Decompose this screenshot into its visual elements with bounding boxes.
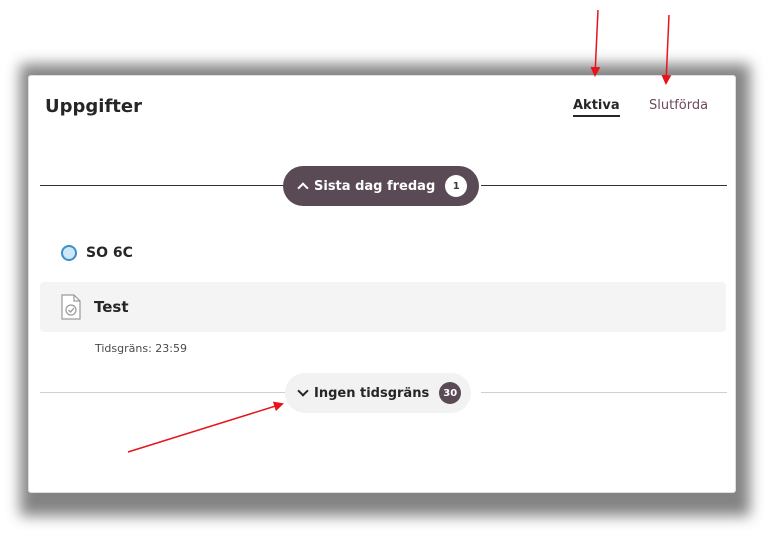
group-toggle-last-day-friday[interactable]: Sista dag fredag 1 [283,166,480,206]
group-divider-left [40,185,285,186]
assignment-deadline: Tidsgräns: 23:59 [95,342,188,355]
assignment-item[interactable]: Test [40,282,726,332]
count-badge: 1 [445,175,468,197]
assignment-check-icon [61,294,81,320]
group-toggle-no-deadline[interactable]: Ingen tidsgräns 30 [285,373,472,413]
course-name: SO 6C [86,245,133,261]
course-header: SO 6C [61,245,133,261]
assignment-title: Test [94,298,129,316]
chevron-up-icon [297,182,309,194]
group-divider-right [481,392,727,393]
count-badge: 30 [439,382,462,404]
chevron-down-icon [297,385,309,397]
group-label: Sista dag fredag [314,178,436,194]
group-divider-left [40,392,287,393]
panel-title: Uppgifter [45,96,142,117]
group-label: Ingen tidsgräns [314,385,430,401]
group-divider-right [481,185,727,186]
tab-completed[interactable]: Slutförda [649,98,708,115]
course-status-icon [61,245,77,261]
tab-active[interactable]: Aktiva [573,98,620,117]
assignments-panel: Uppgifter Aktiva Slutförda Sista dag fre… [28,75,736,493]
